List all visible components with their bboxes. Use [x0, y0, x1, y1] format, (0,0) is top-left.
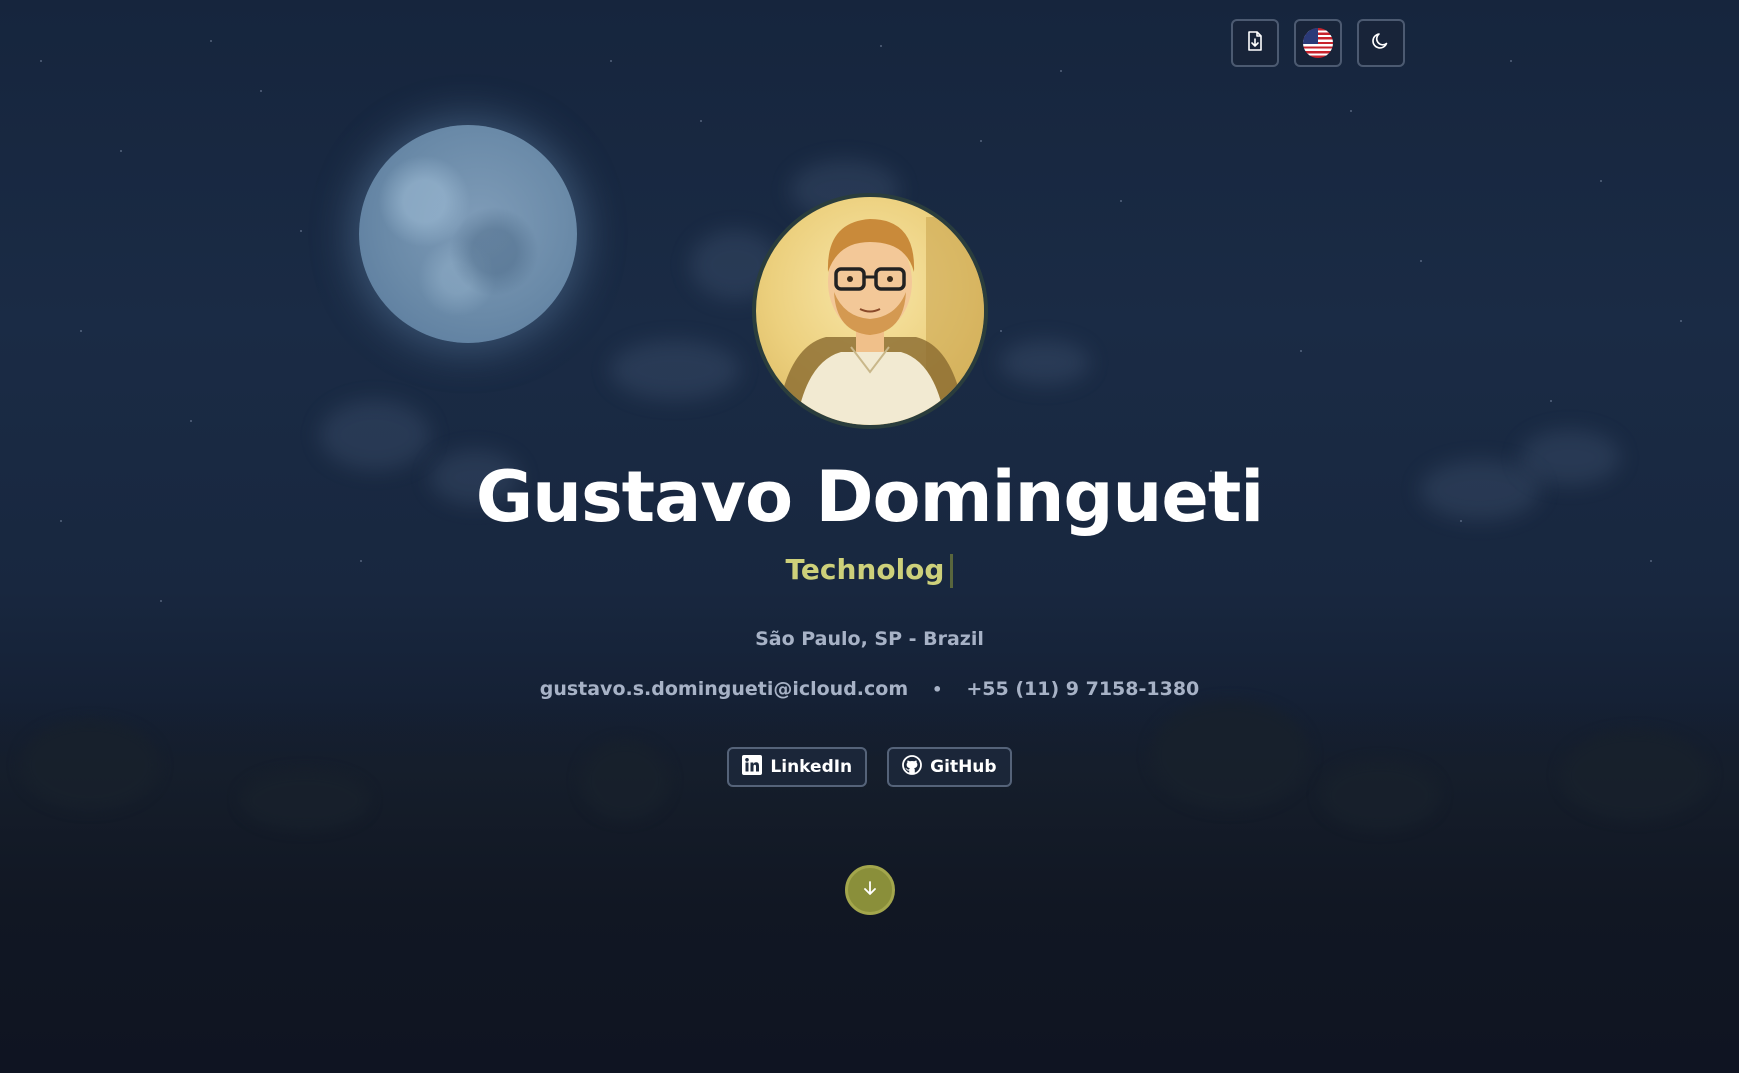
typing-caret: [950, 554, 954, 588]
file-download-icon: [1246, 31, 1264, 55]
avatar: [752, 193, 988, 429]
phone-link[interactable]: +55 (11) 9 7158-1380: [966, 678, 1199, 700]
top-controls: [1231, 19, 1405, 67]
language-button[interactable]: [1294, 19, 1342, 67]
linkedin-button[interactable]: LinkedIn: [727, 747, 868, 787]
role-text: Technolog: [785, 553, 945, 586]
theme-toggle-button[interactable]: [1357, 19, 1405, 67]
github-label: GitHub: [930, 757, 997, 777]
scroll-down-button[interactable]: [845, 865, 895, 915]
github-icon: [902, 754, 923, 780]
role-typing-text: Technolog: [0, 550, 1739, 590]
moon-icon: [1371, 31, 1391, 55]
linkedin-icon: [742, 754, 763, 780]
social-links: LinkedIn GitHub: [0, 747, 1739, 787]
moon-illustration: [359, 125, 577, 343]
avatar-illustration: [776, 217, 984, 425]
us-flag-icon: [1303, 28, 1333, 58]
github-button[interactable]: GitHub: [887, 747, 1012, 787]
contact-line: gustavo.s.domingueti@icloud.com • +55 (11)…: [0, 678, 1739, 700]
email-link[interactable]: gustavo.s.domingueti@icloud.com: [540, 678, 908, 700]
location-text: São Paulo, SP - Brazil: [755, 628, 984, 650]
profile-name: Gustavo Domingueti: [475, 456, 1265, 538]
linkedin-label: LinkedIn: [770, 757, 853, 777]
download-cv-button[interactable]: [1231, 19, 1279, 67]
contact-separator: •: [932, 680, 943, 699]
arrow-down-icon: [862, 880, 878, 900]
